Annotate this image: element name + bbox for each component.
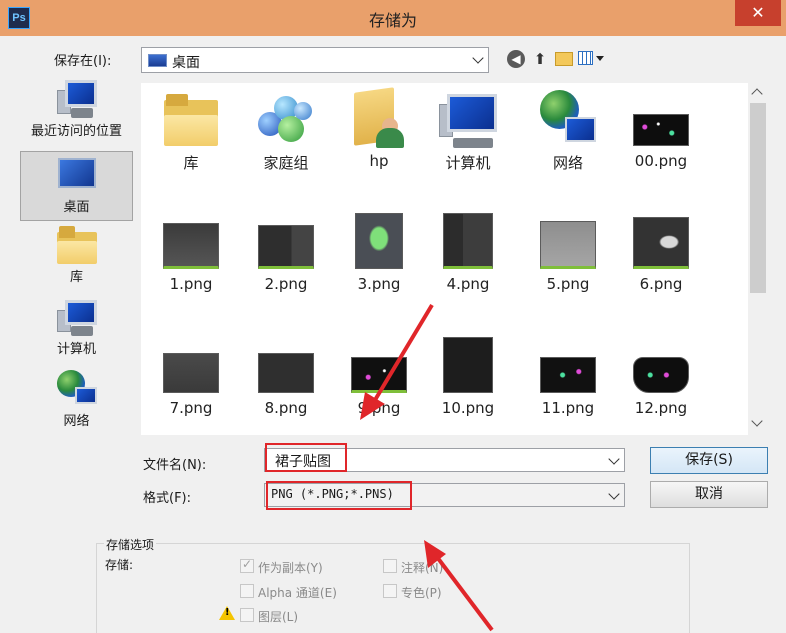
arrow-to-format xyxy=(424,540,494,632)
annotation-arrows xyxy=(360,303,494,632)
arrow-to-filename xyxy=(360,303,434,420)
